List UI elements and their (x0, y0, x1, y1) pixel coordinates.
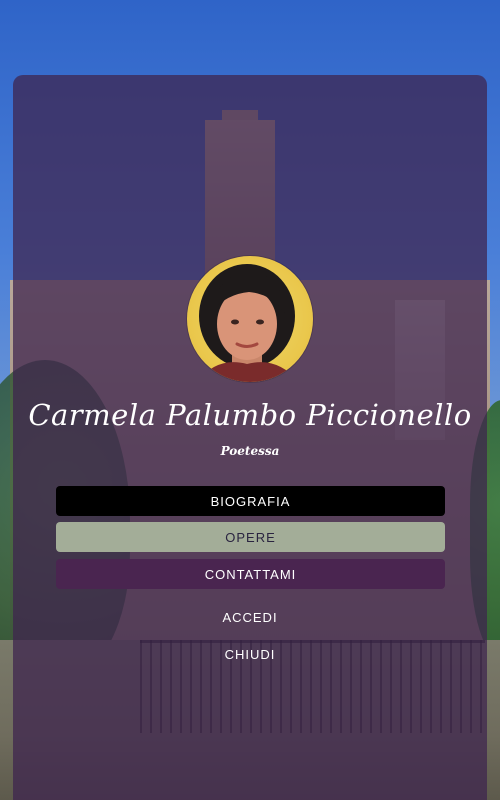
profile-name: Carmela Palumbo Piccionello (28, 398, 472, 432)
accedi-link[interactable]: ACCEDI (0, 610, 500, 625)
profile-avatar (187, 256, 313, 382)
menu-overlay (13, 75, 487, 800)
opere-button[interactable]: OPERE (56, 522, 445, 552)
contattami-button[interactable]: CONTATTAMI (56, 559, 445, 589)
profile-subtitle: Poetessa (220, 444, 280, 458)
chiudi-link[interactable]: CHIUDI (0, 647, 500, 662)
biografia-button[interactable]: BIOGRAFIA (56, 486, 445, 516)
